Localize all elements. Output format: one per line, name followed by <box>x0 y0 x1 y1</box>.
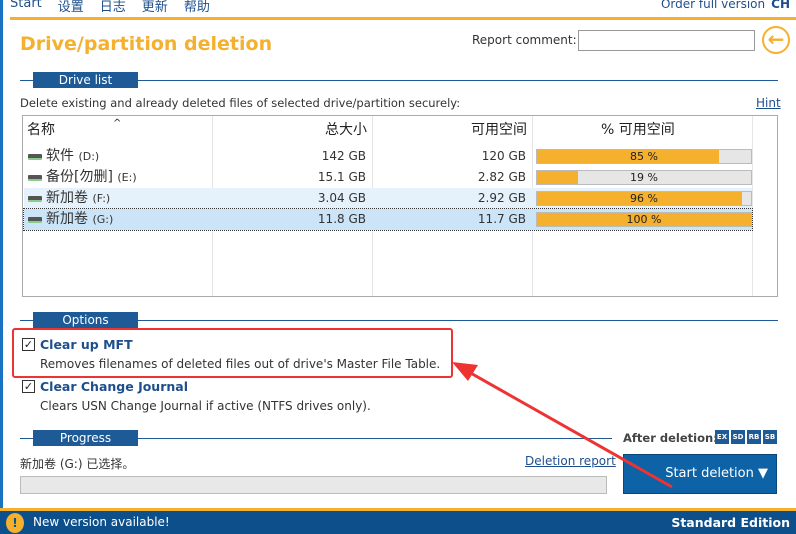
menu-settings[interactable]: 设置 <box>58 0 84 15</box>
clear-change-journal-description: Clears USN Change Journal if active (NTF… <box>40 399 371 413</box>
drive-name: 备份[勿删] (E:) <box>46 169 137 185</box>
drive-name: 软件 (D:) <box>46 148 100 164</box>
drive-total: 15.1 GB <box>317 170 366 184</box>
after-shutdown-button[interactable]: SD <box>731 430 745 444</box>
clear-change-journal-label[interactable]: Clear Change Journal <box>40 379 188 394</box>
after-exit-button[interactable]: EX <box>715 430 729 444</box>
column-header-pct-free[interactable]: % 可用空间 <box>601 118 675 142</box>
drive-free: 2.82 GB <box>477 170 526 184</box>
menu-log[interactable]: 日志 <box>100 0 126 15</box>
drive-total: 142 GB <box>321 149 366 163</box>
options-section: Options <box>33 312 138 328</box>
drive-name: 新加卷 (G:) <box>46 211 114 227</box>
dropdown-triangle-icon: ▼ <box>758 466 768 481</box>
language-selector[interactable]: CH <box>771 0 790 11</box>
warning-icon: ! <box>6 513 24 533</box>
order-full-version-link[interactable]: Order full version <box>661 0 765 11</box>
free-space-bar: 100 % <box>536 212 752 227</box>
window-edge <box>0 0 3 508</box>
free-space-bar: 19 % <box>536 170 752 185</box>
menu-start[interactable]: Start <box>10 0 42 15</box>
drive-free: 2.92 GB <box>477 191 526 205</box>
menu-help[interactable]: 帮助 <box>184 0 210 15</box>
header-divider <box>10 17 796 20</box>
progress-status: 新加卷 (G:) 已选择。 <box>20 457 135 471</box>
drive-icon <box>28 217 42 223</box>
drive-free: 11.7 GB <box>477 212 526 226</box>
menu-bar: Start 设置 日志 更新 帮助 <box>10 0 210 15</box>
report-comment-label: Report comment: <box>472 33 577 47</box>
free-space-bar: 85 % <box>536 149 752 164</box>
sort-ascending-icon: ^ <box>113 118 122 129</box>
drive-row[interactable]: 备份[勿删] (E:) 15.1 GB 2.82 GB 19 % <box>24 167 752 188</box>
annotation-arrow <box>452 362 673 489</box>
progress-section: Progress <box>33 430 138 446</box>
drive-free: 120 GB <box>481 149 526 163</box>
after-standby-button[interactable]: SB <box>763 430 777 444</box>
drive-list-description: Delete existing and already deleted file… <box>20 96 461 110</box>
column-header-free[interactable]: 可用空间 <box>471 118 527 142</box>
new-version-link[interactable]: New version available! <box>33 515 170 529</box>
drive-total: 3.04 GB <box>317 191 366 205</box>
drive-row[interactable]: 新加卷 (F:) 3.04 GB 2.92 GB 96 % <box>24 188 752 209</box>
drive-row[interactable]: 新加卷 (G:) 11.8 GB 11.7 GB 100 % <box>23 208 753 231</box>
drive-table: 名称 ^ 总大小 可用空间 % 可用空间 软件 (D:) 142 GB 120 … <box>22 115 778 297</box>
order-area: Order full version CH <box>661 0 790 11</box>
after-deletion-options: EX SD RB SB <box>715 430 777 444</box>
drive-icon <box>28 154 42 160</box>
edition-label: Standard Edition <box>671 515 790 530</box>
column-header-name[interactable]: 名称 <box>27 118 55 142</box>
clear-change-journal-checkbox[interactable]: ✓ <box>22 380 35 393</box>
menu-update[interactable]: 更新 <box>142 0 168 15</box>
column-header-total[interactable]: 总大小 <box>325 118 367 142</box>
arrow-left-icon[interactable]: ← <box>762 26 790 54</box>
drive-icon <box>28 196 42 202</box>
drive-list-section: Drive list <box>33 72 138 88</box>
drive-total: 11.8 GB <box>317 212 366 226</box>
report-comment-input[interactable] <box>578 30 755 51</box>
after-reboot-button[interactable]: RB <box>747 430 761 444</box>
page-title: Drive/partition deletion <box>20 33 273 55</box>
hint-link[interactable]: Hint <box>756 96 781 110</box>
free-space-bar: 96 % <box>536 191 752 206</box>
drive-row[interactable]: 软件 (D:) 142 GB 120 GB 85 % <box>24 146 752 167</box>
drive-icon <box>28 175 42 181</box>
status-bar: ! New version available! Standard Editio… <box>0 508 796 534</box>
annotation-highlight-box <box>12 328 453 378</box>
drive-name: 新加卷 (F:) <box>46 190 111 206</box>
